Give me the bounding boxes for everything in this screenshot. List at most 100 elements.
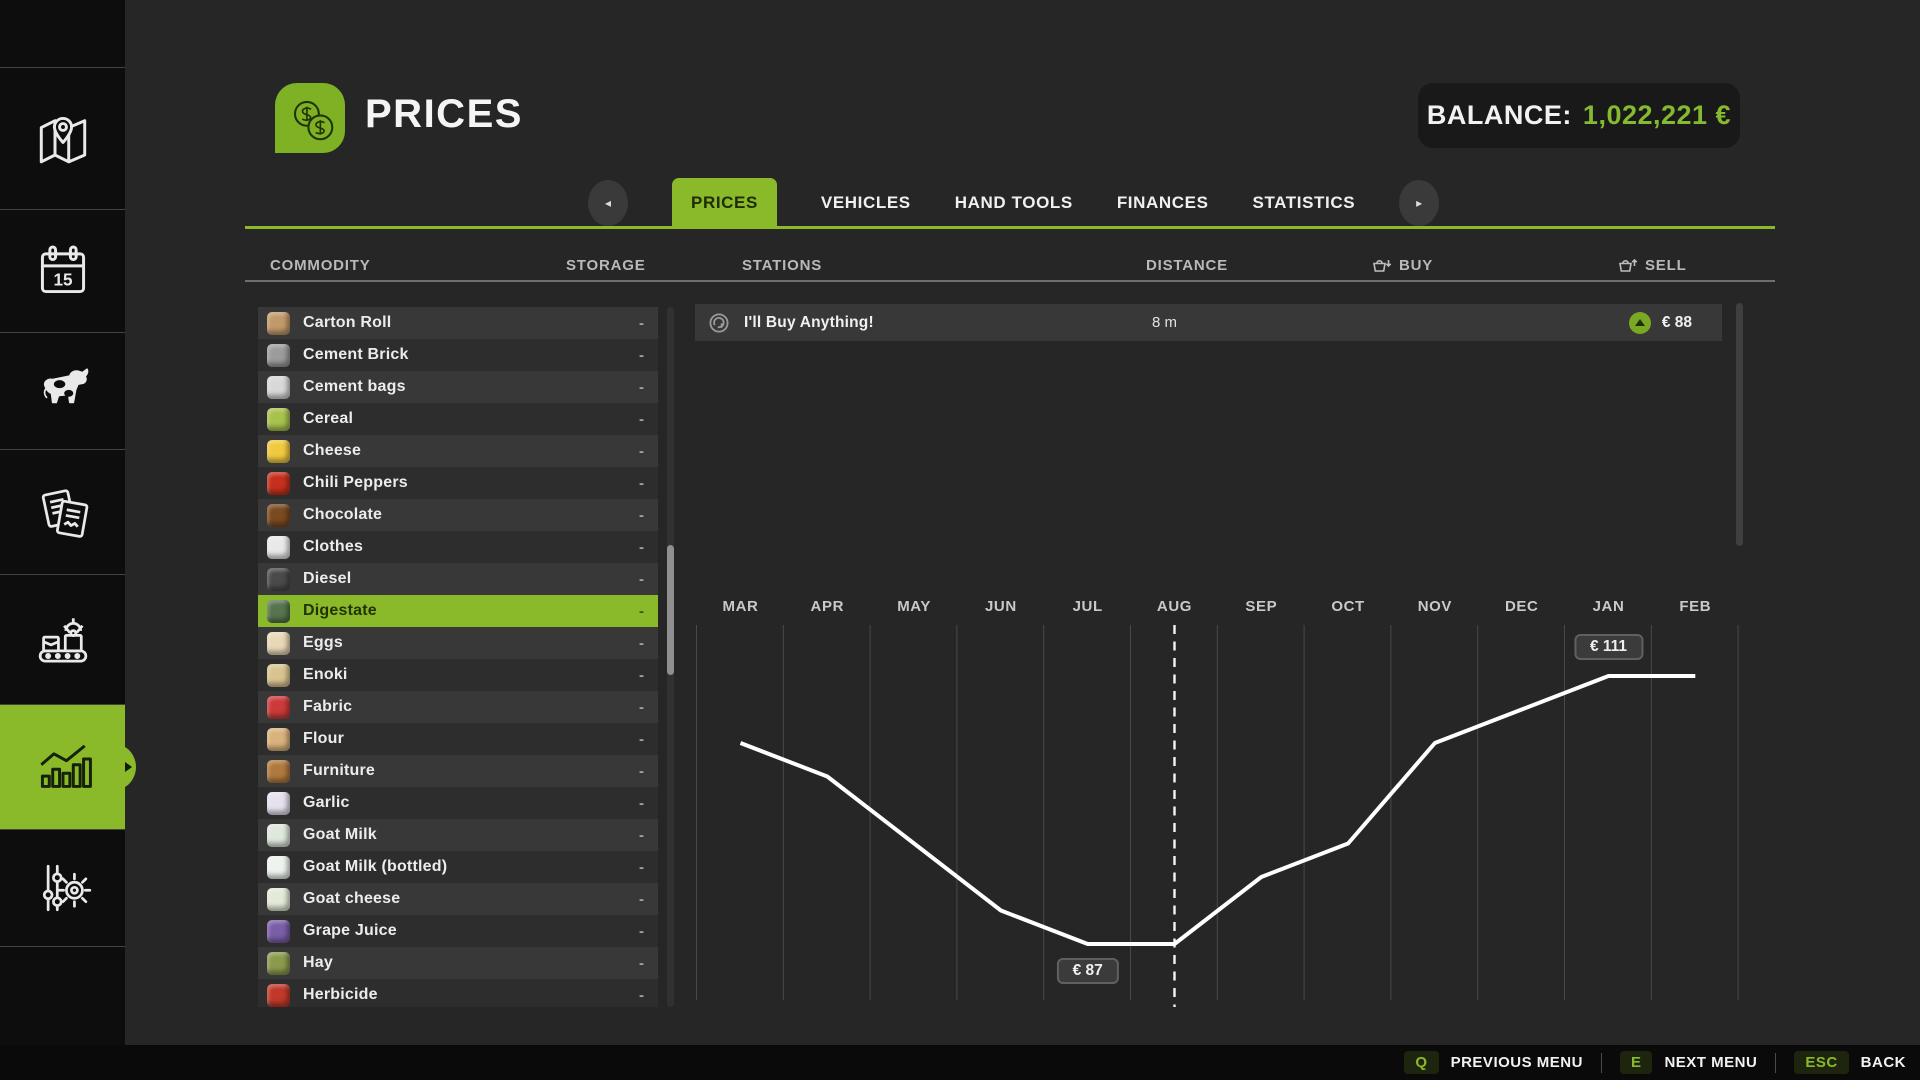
tab-prices[interactable]: PRICES [672, 178, 777, 228]
column-header-sell: SELL [1618, 257, 1687, 274]
commodity-name: Cheese [303, 442, 626, 460]
commodity-row-chili-peppers[interactable]: Chili Peppers- [258, 467, 658, 499]
clothes-icon [267, 536, 290, 559]
commodity-storage-value: - [639, 315, 644, 332]
station-row-i-ll-buy-anything[interactable]: I'll Buy Anything!8 m€ 88 [695, 304, 1722, 341]
commodity-row-goat-milk-bottled[interactable]: Goat Milk (bottled)- [258, 851, 658, 883]
sidebar-item-calendar[interactable]: 15 [0, 209, 125, 332]
commodity-row-cement-brick[interactable]: Cement Brick- [258, 339, 658, 371]
commodity-row-clothes[interactable]: Clothes- [258, 531, 658, 563]
commodity-row-cement-bags[interactable]: Cement bags- [258, 371, 658, 403]
table-header-underline [245, 280, 1775, 282]
column-header-commodity: COMMODITY [270, 257, 371, 274]
key-esc: ESC [1794, 1051, 1848, 1074]
sidebar-item-animals[interactable] [0, 332, 125, 449]
sidebar-item-contracts[interactable] [0, 449, 125, 574]
hint-previous-menu[interactable]: QPREVIOUS MENU [1404, 1051, 1583, 1074]
commodity-storage-value: - [639, 379, 644, 396]
prices-coins-icon [275, 83, 345, 153]
tab-statistics[interactable]: STATISTICS [1253, 178, 1356, 228]
commodity-row-goat-cheese[interactable]: Goat cheese- [258, 883, 658, 915]
tab-bar: ◂ PRICES VEHICLES HAND TOOLS FINANCES STATIS… [588, 178, 1439, 228]
commodity-row-eggs[interactable]: Eggs- [258, 627, 658, 659]
hint-separator [1601, 1053, 1602, 1073]
commodity-name: Enoki [303, 666, 626, 684]
commodity-row-cereal[interactable]: Cereal- [258, 403, 658, 435]
prices-screen: PRICES BALANCE: 1,022,221 € ◂ PRICESVEHI… [0, 0, 1920, 1080]
commodity-name: Grape Juice [303, 922, 626, 940]
commodity-row-furniture[interactable]: Furniture- [258, 755, 658, 787]
trend-up-icon [1629, 312, 1651, 334]
commodity-row-herbicide[interactable]: Herbicide- [258, 979, 658, 1007]
commodity-name: Clothes [303, 538, 626, 556]
sidebar-item-settings[interactable] [0, 829, 125, 946]
commodity-name: Eggs [303, 634, 626, 652]
footer-hints: QPREVIOUS MENU ENEXT MENU ESCBACK [1404, 1045, 1906, 1080]
commodity-row-digestate[interactable]: Digestate- [258, 595, 658, 627]
commodity-name: Carton Roll [303, 314, 626, 332]
hint-back[interactable]: ESCBACK [1794, 1051, 1906, 1074]
commodity-row-diesel[interactable]: Diesel- [258, 563, 658, 595]
sidebar-spacer [0, 0, 125, 67]
active-item-pointer [112, 743, 136, 791]
sell-basket-icon [1618, 258, 1638, 274]
commodity-row-grape-juice[interactable]: Grape Juice- [258, 915, 658, 947]
grape-juice-icon [267, 920, 290, 943]
commodity-storage-value: - [639, 635, 644, 652]
commodity-storage-value: - [639, 667, 644, 684]
commodity-name: Cereal [303, 410, 626, 428]
tab-vehicles[interactable]: VEHICLES [821, 178, 911, 228]
commodity-row-hay[interactable]: Hay- [258, 947, 658, 979]
commodity-row-carton-roll[interactable]: Carton Roll- [258, 307, 658, 339]
map-icon [31, 107, 95, 171]
sidebar-items: 15 [0, 67, 125, 946]
tabs-prev-button[interactable]: ◂ [588, 180, 628, 226]
commodity-row-enoki[interactable]: Enoki- [258, 659, 658, 691]
station-distance: 8 m [1152, 314, 1177, 331]
garlic-icon [267, 792, 290, 815]
tabs-next-button[interactable]: ▸ [1399, 180, 1439, 226]
sidebar-item-map[interactable] [0, 67, 125, 209]
active-item-pointer-arrow [125, 762, 132, 772]
footer-bar: QPREVIOUS MENU ENEXT MENU ESCBACK [0, 1045, 1920, 1080]
commodity-list-scrollbar[interactable] [667, 307, 674, 1007]
sidebar: 15 [0, 0, 125, 1045]
stations-scrollbar[interactable] [1736, 303, 1743, 546]
commodity-storage-value: - [639, 731, 644, 748]
calendar-icon: 15 [31, 239, 95, 303]
chili-peppers-icon [267, 472, 290, 495]
commodity-storage-value: - [639, 347, 644, 364]
fabric-icon [267, 696, 290, 719]
hint-next-menu[interactable]: ENEXT MENU [1620, 1051, 1757, 1074]
commodity-row-garlic[interactable]: Garlic- [258, 787, 658, 819]
commodity-storage-value: - [639, 571, 644, 588]
column-header-stations: STATIONS [742, 257, 822, 274]
commodity-storage-value: - [639, 539, 644, 556]
key-e: E [1620, 1051, 1653, 1074]
commodity-row-cheese[interactable]: Cheese- [258, 435, 658, 467]
cement-bags-icon [267, 376, 290, 399]
sidebar-item-production[interactable] [0, 574, 125, 704]
sidebar-item-statistics[interactable] [0, 704, 125, 829]
tab-finances[interactable]: FINANCES [1117, 178, 1209, 228]
price-min-badge: € 87 [1057, 958, 1119, 984]
commodity-storage-value: - [639, 411, 644, 428]
commodity-row-chocolate[interactable]: Chocolate- [258, 499, 658, 531]
commodity-name: Cement Brick [303, 346, 626, 364]
tab-hand-tools[interactable]: HAND TOOLS [955, 178, 1073, 228]
cheese-icon [267, 440, 290, 463]
commodity-list-scrollbar-thumb[interactable] [667, 545, 674, 675]
commodity-storage-value: - [639, 475, 644, 492]
price-history-chart: MARAPRMAYJUNJULAUGSEPOCTNOVDECJANFEB€ 87… [695, 598, 1745, 1028]
commodity-row-fabric[interactable]: Fabric- [258, 691, 658, 723]
commodity-storage-value: - [639, 763, 644, 780]
commodity-storage-value: - [639, 891, 644, 908]
chocolate-icon [267, 504, 290, 527]
flour-icon [267, 728, 290, 751]
svg-text:15: 15 [53, 269, 73, 289]
commodity-row-flour[interactable]: Flour- [258, 723, 658, 755]
commodity-row-goat-milk[interactable]: Goat Milk- [258, 819, 658, 851]
commodity-storage-value: - [639, 923, 644, 940]
commodity-name: Goat Milk (bottled) [303, 858, 626, 876]
column-header-buy: BUY [1372, 257, 1433, 274]
